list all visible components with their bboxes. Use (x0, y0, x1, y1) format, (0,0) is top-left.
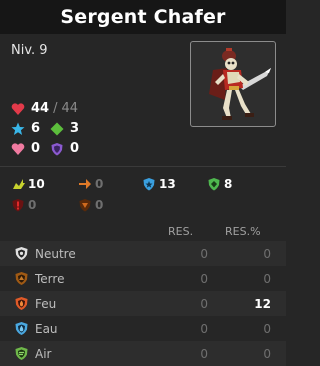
res-column-header: RES. (168, 225, 194, 238)
res-row-eau: Eau 0 0 (0, 316, 286, 341)
initiative-icon (143, 178, 155, 191)
res-row-air: Air 0 0 (0, 341, 286, 366)
shield-icon (51, 142, 63, 155)
power-icon (13, 179, 25, 189)
mp-diamond-icon (50, 122, 64, 135)
shield-value: 0 (70, 141, 80, 156)
res-row-neutre: Neutre 0 0 (0, 241, 286, 266)
neutral-element-icon (15, 247, 28, 260)
pushback-icon (79, 199, 91, 212)
fire-element-icon (15, 297, 28, 310)
monster-portrait (190, 41, 276, 127)
divider (0, 166, 286, 167)
title-bar: Sergent Chafer (0, 0, 286, 34)
pushback-stat: 0 (78, 198, 103, 212)
hp-max: 44 (61, 101, 79, 116)
erosion-stat: 0 (11, 198, 36, 212)
heart-icon (11, 102, 25, 115)
skeleton-warrior-portrait (209, 48, 271, 120)
hp-separator: / (53, 101, 58, 116)
power-stat: 10 (11, 177, 45, 191)
damage-stat: 0 (78, 177, 103, 191)
water-element-icon (15, 322, 28, 335)
mp-value: 3 (70, 121, 80, 136)
res-row-feu: Feu 0 12 (0, 291, 286, 316)
damage-icon (79, 179, 91, 189)
ap-value: 6 (31, 121, 41, 136)
res-percent-column-header: RES.% (225, 225, 261, 238)
air-element-icon (15, 347, 28, 360)
hp-row: 44 / 44 (11, 101, 78, 116)
monster-name: Sergent Chafer (60, 6, 226, 28)
hp-current: 44 (31, 101, 50, 116)
ap-star-icon (11, 122, 25, 135)
initiative-stat: 13 (142, 177, 176, 191)
earth-element-icon (15, 272, 28, 285)
erosion-icon (12, 199, 24, 212)
ap-mp-row: 6 3 (11, 121, 89, 136)
monster-level: Niv. 9 (11, 43, 48, 58)
heal-value: 0 (31, 141, 41, 156)
pink-heart-icon (11, 142, 25, 155)
heal-shield-row: 0 0 (11, 141, 89, 156)
res-row-terre: Terre 0 0 (0, 266, 286, 291)
crit-stat: 8 (207, 177, 232, 191)
crit-icon (208, 178, 220, 191)
